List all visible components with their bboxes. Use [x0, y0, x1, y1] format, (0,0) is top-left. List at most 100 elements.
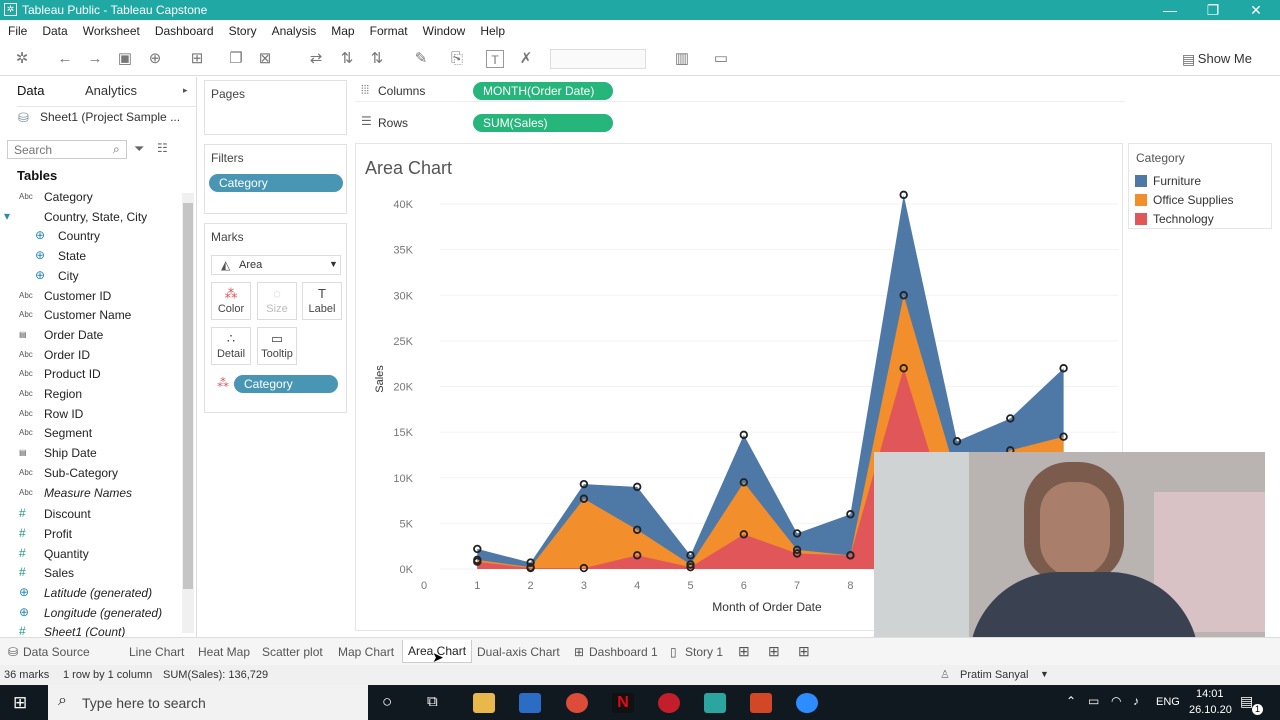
- field-item[interactable]: ⊕ Latitude (generated): [0, 585, 180, 604]
- list-view-icon[interactable]: ☷: [157, 141, 168, 155]
- clear-sheet-icon[interactable]: ⊠: [256, 50, 274, 68]
- size-button[interactable]: ◌ Size: [257, 282, 297, 320]
- field-item[interactable]: ▤ Order Date: [0, 327, 180, 346]
- field-item[interactable]: # Profit: [0, 526, 180, 545]
- show-me-button[interactable]: Show Me: [1198, 51, 1252, 66]
- pane-menu-icon[interactable]: ▸: [183, 85, 188, 96]
- close-button[interactable]: ✕: [1236, 0, 1276, 20]
- tab-data-source[interactable]: Data Source: [23, 645, 90, 659]
- field-item[interactable]: ⊕ Country: [0, 228, 180, 247]
- legend-item-furniture[interactable]: Furniture: [1135, 174, 1201, 188]
- menu-worksheet[interactable]: Worksheet: [75, 20, 147, 38]
- menu-file[interactable]: File: [0, 20, 34, 38]
- new-worksheet-tab-icon[interactable]: ⊞: [738, 643, 750, 660]
- sort-desc-icon[interactable]: ⇅: [368, 50, 386, 68]
- rows-shelf[interactable]: ☰ Rows SUM(Sales): [355, 112, 1125, 134]
- field-item[interactable]: Abc Row ID: [0, 406, 180, 425]
- wifi-icon[interactable]: ◠: [1111, 694, 1121, 708]
- menu-story[interactable]: Story: [221, 20, 264, 38]
- mark-type-dropdown[interactable]: ◭ Area ▼: [211, 255, 341, 275]
- app-icon[interactable]: [658, 693, 680, 713]
- filter-icon[interactable]: ⏷: [134, 141, 144, 157]
- new-worksheet-icon[interactable]: ⊞: [188, 50, 206, 68]
- legend-item-technology[interactable]: Technology: [1135, 212, 1214, 226]
- menu-map[interactable]: Map: [323, 20, 361, 38]
- task-view-icon[interactable]: ⧉: [427, 693, 438, 710]
- taskbar-search[interactable]: ⌕ Type here to search: [48, 685, 368, 720]
- fit-dropdown[interactable]: [550, 49, 646, 69]
- group-icon[interactable]: ⎘: [448, 50, 466, 68]
- tab-scatter-plot[interactable]: Scatter plot: [262, 645, 323, 659]
- field-item[interactable]: ⊕ City: [0, 268, 180, 287]
- field-item[interactable]: Abc Segment: [0, 425, 180, 444]
- tab-map-chart[interactable]: Map Chart: [338, 645, 394, 659]
- highlight-icon[interactable]: ✎: [412, 50, 430, 68]
- tableau-icon[interactable]: ✲: [13, 50, 31, 68]
- tooltip-button[interactable]: ▭ Tooltip: [257, 327, 297, 365]
- field-item[interactable]: Abc Measure Names: [0, 485, 180, 504]
- field-item[interactable]: Abc Customer Name: [0, 307, 180, 326]
- new-dashboard-tab-icon[interactable]: ⊞: [768, 643, 780, 660]
- field-item[interactable]: # Quantity: [0, 546, 180, 565]
- minimize-button[interactable]: —: [1150, 0, 1190, 20]
- redo-icon[interactable]: →: [86, 50, 104, 68]
- tab-data[interactable]: Data: [17, 83, 44, 98]
- battery-icon[interactable]: ▭: [1088, 694, 1099, 708]
- show-labels-icon[interactable]: T: [486, 50, 504, 68]
- new-story-tab-icon[interactable]: ⊞: [798, 643, 810, 660]
- save-icon[interactable]: ▣: [116, 50, 134, 68]
- field-item[interactable]: Abc Product ID: [0, 366, 180, 385]
- columns-shelf[interactable]: ⦙⦙⦙ Columns MONTH(Order Date): [355, 80, 1125, 102]
- restore-button[interactable]: ❐: [1193, 0, 1233, 20]
- menu-dashboard[interactable]: Dashboard: [147, 20, 221, 38]
- store-icon[interactable]: [519, 693, 541, 713]
- powerpoint-icon[interactable]: [750, 693, 772, 713]
- field-scrollbar[interactable]: [182, 193, 194, 633]
- status-user[interactable]: Pratim Sanyal: [960, 669, 1028, 681]
- field-item[interactable]: Abc Sub-Category: [0, 465, 180, 484]
- language-indicator[interactable]: ENG: [1156, 696, 1180, 708]
- clock-time[interactable]: 14:01: [1196, 688, 1224, 700]
- sort-asc-icon[interactable]: ⇅: [338, 50, 356, 68]
- menu-format[interactable]: Format: [362, 20, 415, 38]
- datasource-name[interactable]: Sheet1 (Project Sample ...: [40, 110, 180, 124]
- menu-help[interactable]: Help: [472, 20, 512, 38]
- fix-axes-icon[interactable]: ✗: [517, 50, 535, 68]
- chrome-icon[interactable]: [566, 693, 588, 713]
- tray-chevron-icon[interactable]: ⌃: [1066, 694, 1076, 708]
- scrollbar-thumb[interactable]: [183, 203, 193, 589]
- detail-button[interactable]: ∴ Detail: [211, 327, 251, 365]
- swap-icon[interactable]: ⇄: [307, 50, 325, 68]
- field-item[interactable]: Abc Customer ID: [0, 288, 180, 307]
- menu-data[interactable]: Data: [34, 20, 74, 38]
- field-item[interactable]: ⊕ Longitude (generated): [0, 605, 180, 624]
- windows-start-icon[interactable]: ⊞: [13, 693, 27, 713]
- clock-date[interactable]: 26.10.20: [1189, 704, 1232, 716]
- marks-pill-category[interactable]: Category: [234, 375, 338, 393]
- cortana-icon[interactable]: ○: [382, 692, 392, 712]
- volume-icon[interactable]: ♪: [1133, 694, 1139, 708]
- netflix-icon[interactable]: N: [612, 693, 634, 713]
- zoom-icon[interactable]: [796, 693, 818, 713]
- chart-type-icon[interactable]: ▥: [673, 50, 691, 68]
- duplicate-icon[interactable]: ❐: [227, 50, 245, 68]
- field-item[interactable]: # Sales: [0, 565, 180, 584]
- field-item[interactable]: ⊕ State: [0, 248, 180, 267]
- label-button[interactable]: T Label: [302, 282, 342, 320]
- tab-heat-map[interactable]: Heat Map: [198, 645, 250, 659]
- field-item[interactable]: Abc Region: [0, 386, 180, 405]
- tab-analytics[interactable]: Analytics: [85, 83, 137, 98]
- rows-pill-sum-sales[interactable]: SUM(Sales): [473, 114, 613, 132]
- user-dropdown-icon[interactable]: ▼: [1040, 669, 1049, 679]
- field-item[interactable]: ▤ Ship Date: [0, 445, 180, 464]
- field-item[interactable]: # Discount: [0, 506, 180, 525]
- legend-item-office-supplies[interactable]: Office Supplies: [1135, 193, 1234, 207]
- presentation-icon[interactable]: ▭: [712, 50, 730, 68]
- tab-line-chart[interactable]: Line Chart: [129, 645, 184, 659]
- field-item[interactable]: Abc Category: [0, 189, 180, 208]
- tableau-taskbar-icon[interactable]: [704, 693, 726, 713]
- undo-icon[interactable]: ←: [56, 50, 74, 68]
- file-explorer-icon[interactable]: [473, 693, 495, 713]
- menu-window[interactable]: Window: [415, 20, 473, 38]
- color-button[interactable]: ⁂ Color: [211, 282, 251, 320]
